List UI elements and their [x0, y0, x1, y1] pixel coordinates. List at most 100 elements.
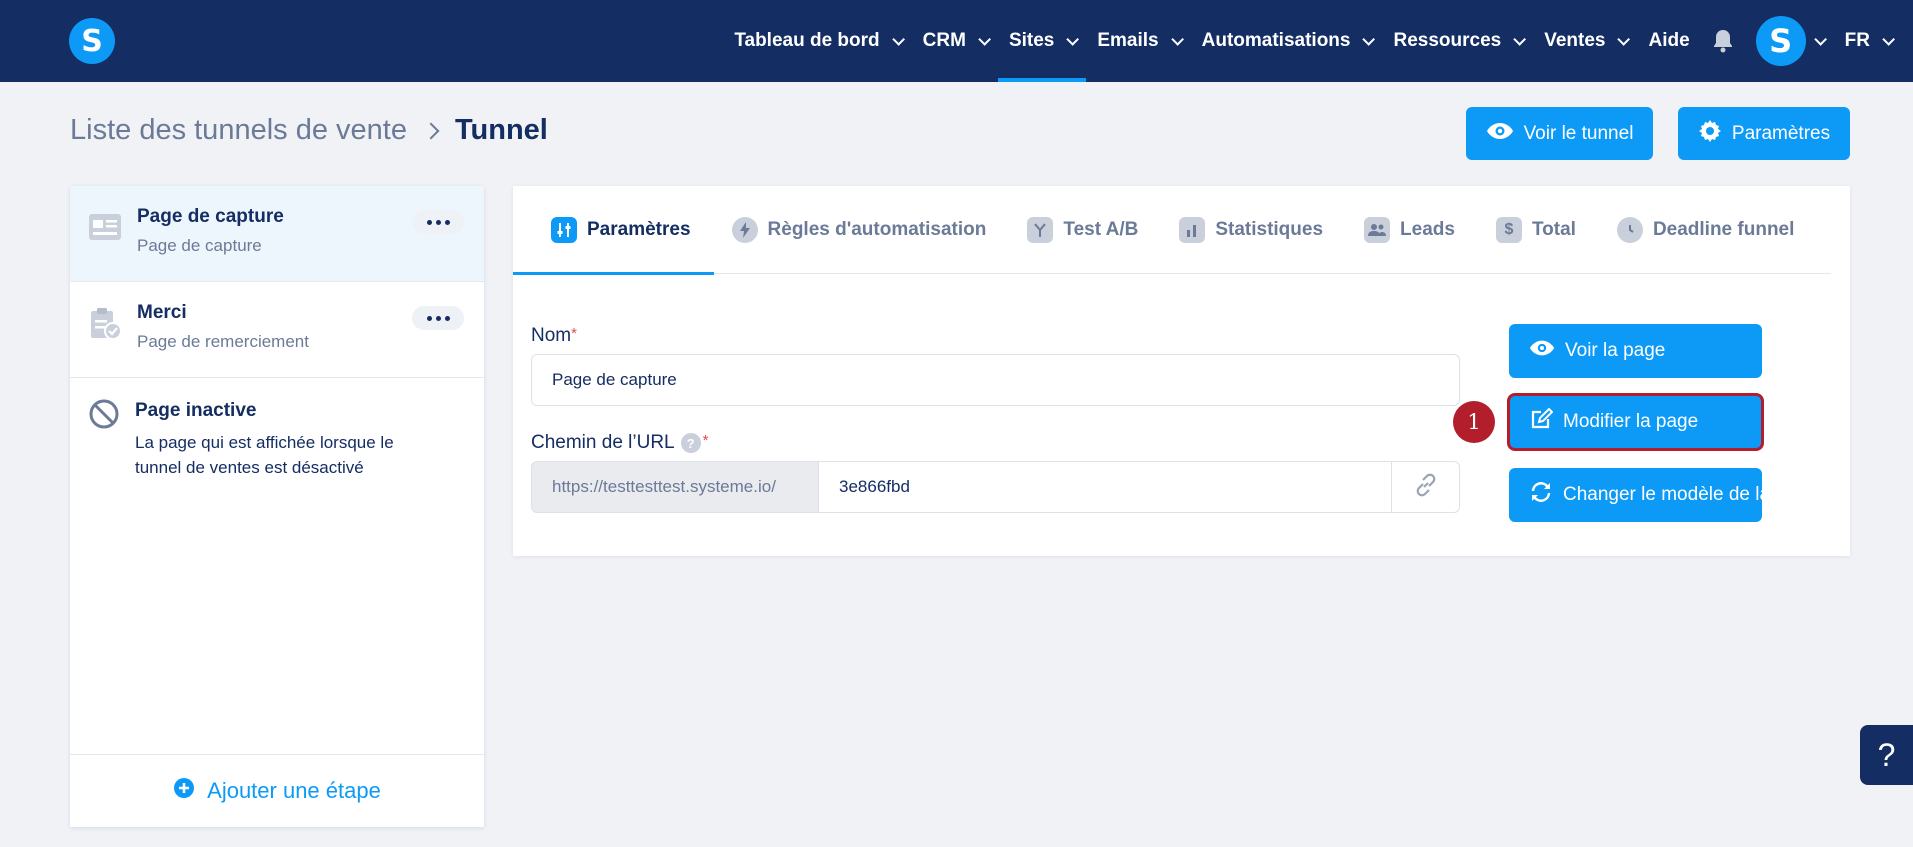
chevron-down-icon — [1170, 32, 1184, 46]
nav-item-resources[interactable]: Ressources — [1382, 0, 1533, 82]
change-template-label: Changer le modèle de la page — [1563, 484, 1818, 505]
tab-settings[interactable]: Paramètres — [513, 186, 714, 275]
tab-label: Total — [1531, 218, 1576, 240]
gear-icon — [1698, 119, 1722, 149]
help-icon[interactable]: ? — [680, 433, 701, 453]
main-nav: Tableau de bord CRM Sites Emails Automat… — [723, 0, 1913, 82]
step-description: La page qui est affichée lorsque le tunn… — [135, 433, 394, 477]
tab-label: Paramètres — [587, 218, 691, 240]
refresh-icon — [1529, 480, 1553, 510]
url-path-input[interactable]: 3e866fbd — [818, 461, 1392, 513]
language-label: FR — [1844, 30, 1870, 51]
view-page-button[interactable]: Voir la page — [1509, 324, 1762, 378]
notifications-button[interactable] — [1701, 0, 1745, 82]
dollar-icon: $ — [1495, 216, 1522, 243]
nav-item-sites[interactable]: Sites — [997, 0, 1087, 82]
step-thank-you[interactable]: Merci Page de remerciement — [70, 282, 484, 378]
tab-leads[interactable]: Leads — [1364, 186, 1476, 274]
eye-icon — [1529, 339, 1555, 363]
view-funnel-label: Voir le tunnel — [1523, 122, 1634, 144]
page-title: Tunnel — [454, 114, 548, 146]
breadcrumb: Liste des tunnels de vente Tunnel — [70, 114, 548, 147]
tab-automation-rules[interactable]: Règles d'automatisation — [731, 186, 1008, 274]
tab-label: Règles d'automatisation — [767, 218, 987, 240]
nav-label: Ressources — [1393, 30, 1502, 51]
chevron-down-icon — [1617, 32, 1631, 46]
tab-total[interactable]: $ Total — [1495, 186, 1597, 274]
name-label-text: Nom — [531, 325, 572, 346]
split-icon — [1027, 216, 1054, 243]
help-widget-button[interactable]: ? — [1860, 725, 1913, 785]
chevron-down-icon — [1882, 32, 1895, 46]
tab-label: Deadline funnel — [1652, 218, 1795, 240]
chevron-down-icon — [891, 32, 905, 46]
nav-item-crm[interactable]: CRM — [912, 0, 998, 82]
add-step-button[interactable]: Ajouter une étape — [70, 754, 484, 827]
tab-deadline-funnel[interactable]: Deadline funnel — [1616, 186, 1815, 274]
tab-bar: Paramètres Règles d'automatisation Test … — [513, 186, 1831, 275]
nav-label: Sites — [1008, 30, 1055, 51]
chevron-down-icon — [1362, 32, 1376, 46]
tab-label: Test A/B — [1063, 218, 1139, 240]
funnel-steps-panel: Page de capture Page de capture Merci Pa… — [70, 186, 484, 827]
step-inactive-page[interactable]: Page inactive La page qui est affichée l… — [70, 378, 484, 498]
thank-you-page-icon — [88, 306, 122, 340]
nav-label: Emails — [1097, 30, 1159, 51]
tab-ab-test[interactable]: Test A/B — [1027, 186, 1159, 274]
chevron-right-icon — [422, 122, 440, 139]
step-number-badge: 1 — [1453, 401, 1495, 443]
more-options-button[interactable] — [412, 210, 464, 234]
settings-label: Paramètres — [1731, 122, 1831, 144]
link-icon — [1413, 472, 1439, 503]
chevron-down-icon — [1066, 32, 1080, 46]
required-mark: * — [571, 325, 577, 342]
user-menu[interactable]: S — [1745, 0, 1834, 82]
plus-circle-icon — [173, 777, 195, 805]
view-page-label: Voir la page — [1565, 340, 1666, 361]
copy-link-button[interactable] — [1391, 461, 1460, 513]
nav-label: Automatisations — [1201, 30, 1351, 51]
nav-item-dashboard[interactable]: Tableau de bord — [723, 0, 911, 82]
nav-item-emails[interactable]: Emails — [1086, 0, 1190, 82]
tab-label: Statistiques — [1215, 218, 1324, 240]
ban-icon — [88, 398, 122, 432]
name-input[interactable]: Page de capture — [531, 354, 1460, 406]
sliders-icon — [551, 216, 577, 243]
step-subtitle: Page de remerciement — [137, 332, 309, 351]
nav-item-automations[interactable]: Automatisations — [1191, 0, 1383, 82]
tab-label: Leads — [1400, 218, 1455, 240]
required-mark: * — [702, 432, 709, 449]
view-funnel-button[interactable]: Voir le tunnel — [1466, 107, 1653, 160]
url-field-label: Chemin de l’URL ? * — [531, 432, 708, 454]
chevron-down-icon — [978, 32, 991, 46]
edit-page-label: Modifier la page — [1563, 411, 1699, 432]
avatar: S — [1755, 16, 1806, 66]
name-field-label: Nom * — [531, 325, 577, 347]
step-capture-page[interactable]: Page de capture Page de capture — [70, 186, 484, 282]
add-step-label: Ajouter une étape — [207, 778, 381, 803]
settings-button[interactable]: Paramètres — [1678, 107, 1850, 160]
nav-item-help[interactable]: Aide — [1637, 0, 1700, 82]
nav-label: Ventes — [1544, 30, 1606, 51]
bolt-icon — [731, 216, 758, 243]
chevron-down-icon — [1513, 32, 1527, 46]
nav-item-sales[interactable]: Ventes — [1533, 0, 1637, 82]
url-label-text: Chemin de l’URL — [531, 432, 675, 453]
bell-icon — [1712, 30, 1734, 53]
tab-statistics[interactable]: Statistiques — [1179, 186, 1344, 274]
step-subtitle: Page de capture — [137, 236, 262, 255]
nav-label: CRM — [922, 30, 966, 51]
edit-icon — [1529, 407, 1554, 437]
users-icon — [1364, 216, 1391, 243]
change-template-button[interactable]: Changer le modèle de la page — [1509, 468, 1818, 522]
edit-page-button[interactable]: Modifier la page — [1507, 393, 1764, 451]
systeme-logo[interactable]: S — [69, 18, 115, 64]
language-selector[interactable]: FR — [1834, 0, 1913, 82]
capture-page-icon — [88, 210, 122, 244]
top-navigation-bar: S Tableau de bord CRM Sites Emails Autom… — [0, 0, 1913, 82]
clock-icon — [1616, 216, 1643, 243]
more-options-button[interactable] — [412, 306, 464, 330]
step-title: Page inactive — [135, 400, 257, 421]
url-prefix: https://testtesttest.systeme.io/ — [531, 461, 819, 513]
breadcrumb-funnel-list-link[interactable]: Liste des tunnels de vente — [70, 114, 407, 147]
